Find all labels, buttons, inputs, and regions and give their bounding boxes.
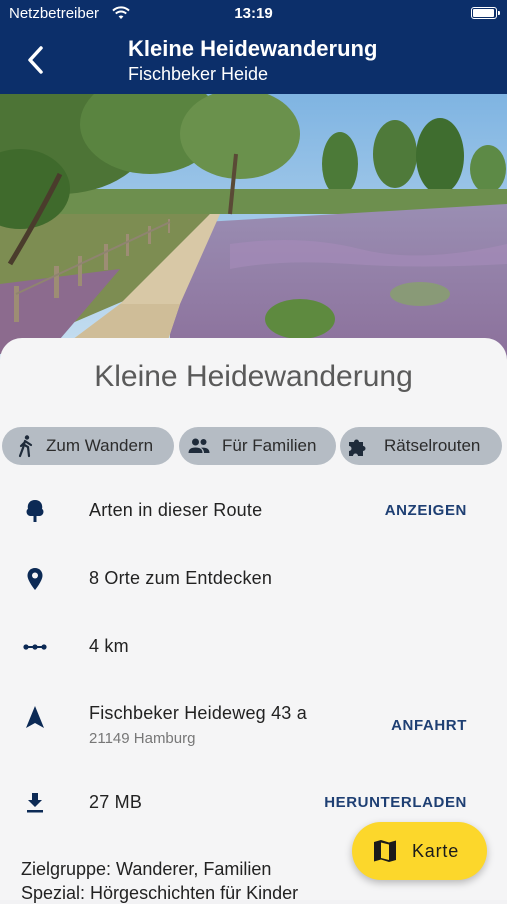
target-group-text: Zielgruppe: Wanderer, Familien — [21, 859, 272, 879]
battery-icon — [471, 7, 500, 19]
battery-fill — [473, 9, 494, 17]
chevron-left-icon[interactable] — [22, 44, 50, 76]
chip-fuer-familien[interactable]: Für Familien — [179, 427, 336, 465]
chip-label: Zum Wandern — [46, 436, 154, 455]
navigation-arrow-icon — [26, 706, 44, 728]
species-text: Arten in dieser Route — [89, 500, 263, 520]
puzzle-icon — [349, 439, 366, 456]
species-row: Arten in dieser Route ANZEIGEN — [0, 490, 507, 532]
places-text: 8 Orte zum Entdecken — [89, 568, 273, 588]
location-pin-icon — [27, 568, 43, 590]
distance-text: 4 km — [89, 636, 129, 656]
directions-button[interactable]: ANFAHRT — [391, 717, 467, 734]
route-dots-icon — [23, 644, 47, 650]
clock: 13:19 — [234, 5, 273, 22]
map-icon — [374, 840, 396, 862]
tree-icon — [26, 500, 44, 522]
map-button[interactable]: Karte — [352, 822, 487, 880]
distance-row: 4 km — [0, 626, 507, 668]
route-title: Kleine Heidewanderung — [94, 360, 413, 393]
page-subtitle: Fischbeker Heide — [128, 64, 269, 84]
people-icon — [188, 438, 210, 453]
places-row: 8 Orte zum Entdecken — [0, 558, 507, 600]
hiker-icon — [18, 435, 33, 458]
map-button-label: Karte — [412, 841, 460, 861]
chip-zum-wandern[interactable]: Zum Wandern — [2, 427, 174, 465]
nav-bar: Kleine Heidewanderung Fischbeker Heide — [0, 28, 507, 94]
chip-raetselrouten[interactable]: Rätselrouten — [340, 427, 502, 465]
status-bar: Netzbetreiber 13:19 — [0, 0, 507, 28]
download-icon — [27, 793, 43, 813]
chip-label: Für Familien — [222, 436, 317, 455]
special-text: Spezial: Hörgeschichten für Kinder — [21, 883, 299, 903]
hero-image — [0, 94, 507, 364]
chip-label: Rätselrouten — [384, 436, 481, 455]
address-row: Fischbeker Heideweg 43 a 21149 Hamburg A… — [0, 698, 507, 756]
download-row: 27 MB HERUNTERLADEN — [0, 782, 507, 824]
download-size: 27 MB — [89, 792, 143, 812]
download-button[interactable]: HERUNTERLADEN — [324, 794, 467, 811]
address-city: 21149 Hamburg — [89, 730, 196, 747]
page-title: Kleine Heidewanderung — [128, 36, 378, 61]
show-species-button[interactable]: ANZEIGEN — [385, 502, 467, 519]
address-street: Fischbeker Heideweg 43 a — [89, 703, 307, 723]
